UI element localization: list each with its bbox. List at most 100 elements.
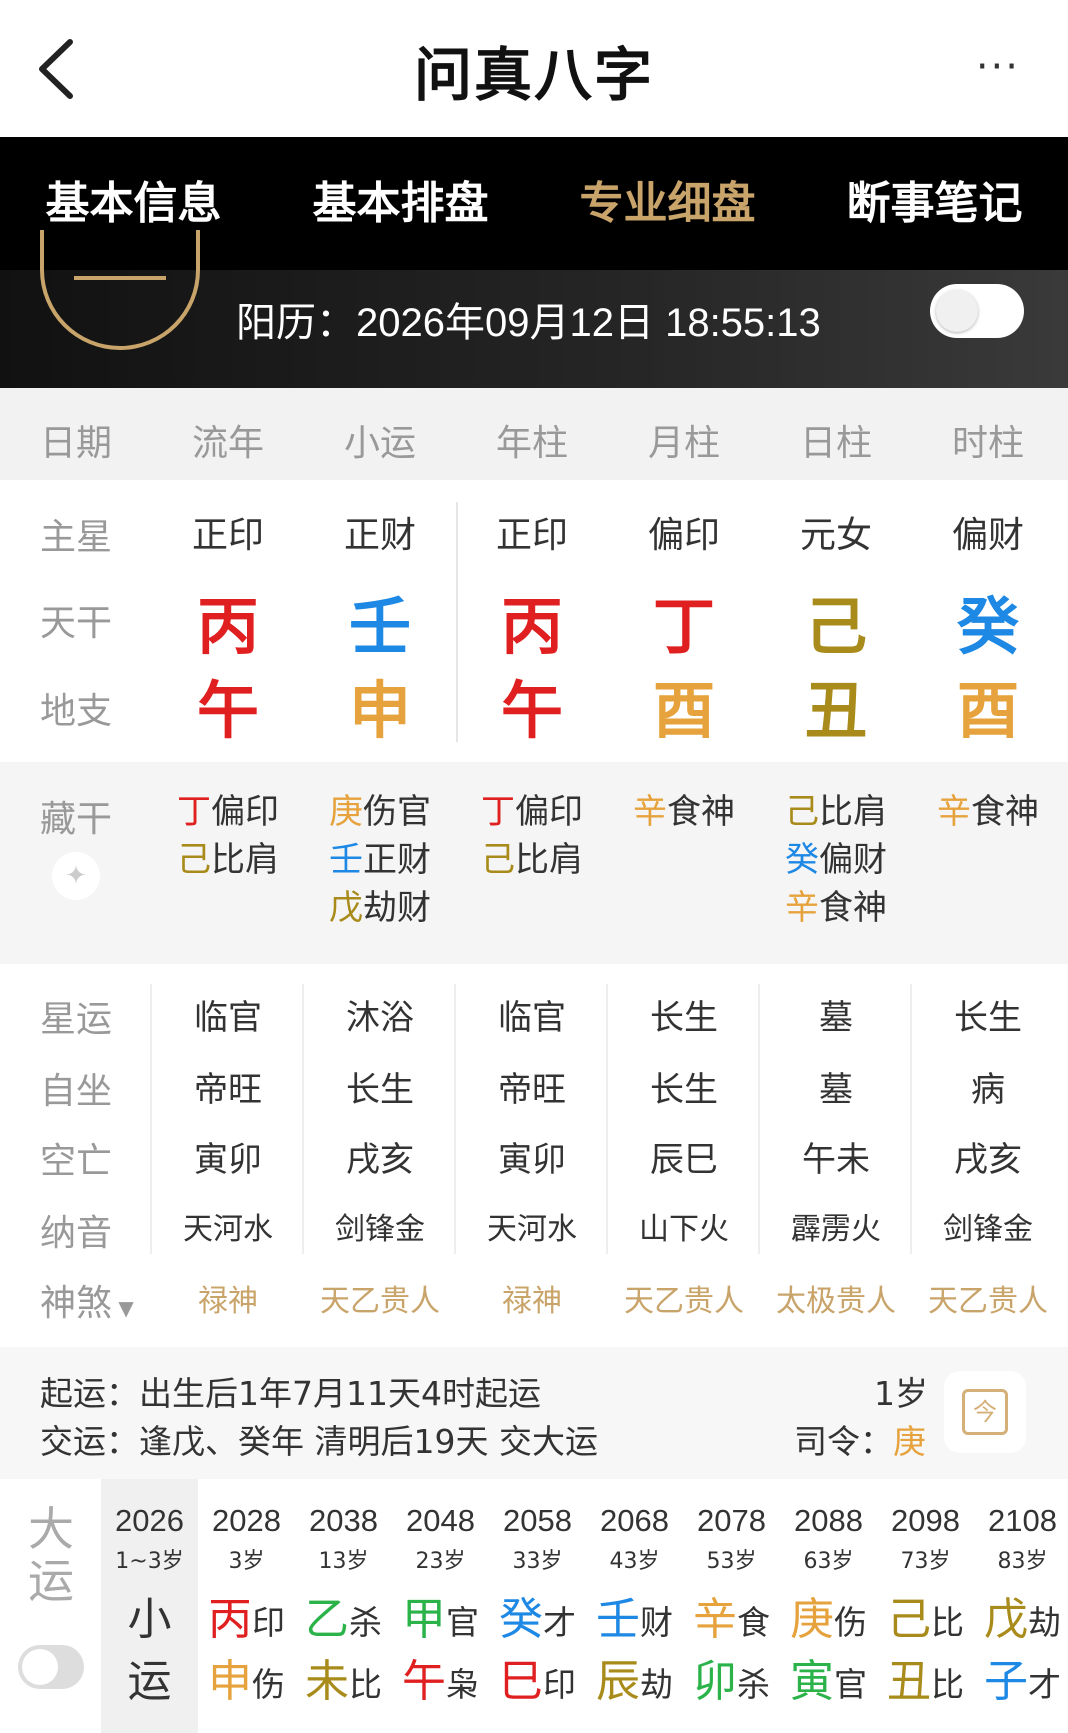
earthly-branch-char[interactable]: 午 [152, 660, 304, 750]
dayun-branch-char: 卯 [693, 1656, 737, 1707]
nayin-cell: 山下火 [639, 1212, 729, 1247]
hidden-stem-char: 癸 [785, 840, 819, 880]
hidden-stem-god: 偏财 [819, 840, 887, 880]
dayun-age: 73岁 [900, 1549, 951, 1574]
shensha-cell[interactable]: 天乙贵人 [608, 1276, 760, 1320]
heavenly-stem-char[interactable]: 己 [760, 576, 912, 666]
dayun-stem-char: 壬 [596, 1594, 640, 1645]
shensha-cell[interactable]: 天乙贵人 [304, 1276, 456, 1320]
heavenly-stem-char[interactable]: 壬 [304, 576, 456, 666]
hidden-stem-entry: 丁偏印 [152, 784, 304, 833]
heavenly-stem-char[interactable]: 丙 [152, 576, 304, 666]
dayun-branch-char: 午 [402, 1656, 446, 1707]
hidden-stem-god: 比肩 [515, 840, 583, 880]
shensha-cell[interactable]: 禄神 [456, 1276, 608, 1320]
self-seat-cell: 墓 [819, 1070, 853, 1110]
hidden-stem-char: 壬 [329, 840, 363, 880]
hidden-stem-entry: 辛食神 [912, 784, 1064, 833]
self-seat-cell: 病 [971, 1070, 1005, 1110]
hidden-stem-entry: 己比肩 [760, 784, 912, 833]
tab-professional-detail[interactable]: 专业细盘 [534, 137, 801, 270]
shensha-cell[interactable]: 太极贵人 [760, 1276, 912, 1320]
today-button[interactable]: 今 [944, 1371, 1026, 1453]
dayun-year: 2098 [891, 1503, 960, 1538]
dayun-stem-line: 己比 [877, 1583, 974, 1647]
dayun-stem-god: 官 [446, 1603, 479, 1642]
hidden-stem-entry: 丁偏印 [456, 784, 608, 833]
hidden-stem-char: 丁 [481, 792, 515, 832]
col-header-liunian: 流年 [191, 423, 264, 464]
dayun-year: 2068 [600, 1503, 669, 1538]
dayun-stem-god: 才 [543, 1603, 576, 1642]
hidden-stem-char: 辛 [937, 792, 971, 832]
earthly-branch-char[interactable]: 丑 [760, 660, 912, 750]
nayin-cell: 天河水 [487, 1212, 577, 1247]
hidden-stems-section: 藏干 ✦ 丁偏印 己比肩 庚伤官 壬正财 戊劫财 丁偏印 己比肩 辛食神 己比肩 癸偏财 辛食神 辛食… [0, 762, 1068, 964]
dayun-branch-god: 比 [349, 1665, 382, 1704]
row-label-void: 空亡 [40, 1141, 113, 1182]
dayun-stem-line: 乙杀 [295, 1583, 392, 1647]
main-star-cell: 正印 [191, 515, 264, 556]
row-label-earthly-branch: 地支 [40, 691, 113, 732]
dayun-column[interactable]: 2078 53岁 辛食 卯杀 [683, 1479, 780, 1733]
dayun-branch-line: 巳印 [489, 1645, 586, 1709]
earthly-branch-char[interactable]: 午 [456, 660, 608, 750]
hidden-stem-char: 己 [785, 792, 819, 832]
shensha-cell[interactable]: 禄神 [152, 1276, 304, 1320]
star-fortune-cell: 长生 [650, 998, 718, 1038]
dayun-xiaoyun-column[interactable]: 2026 1~3岁 小 运 [101, 1479, 198, 1733]
dayun-year: 2088 [794, 1503, 863, 1538]
earthly-branch-char[interactable]: 酉 [608, 660, 760, 750]
dayun-branch-god: 印 [543, 1665, 576, 1704]
tab-basic-chart[interactable]: 基本排盘 [267, 137, 534, 270]
earthly-branch-char[interactable]: 申 [304, 660, 456, 750]
calendar-mode-toggle[interactable] [930, 284, 1024, 338]
heavenly-stem-char[interactable]: 癸 [912, 576, 1064, 666]
dayun-age: 13岁 [318, 1549, 369, 1574]
heavenly-stem-char[interactable]: 丙 [456, 576, 608, 666]
dayun-year: 2048 [406, 1503, 475, 1538]
dayun-age: 23岁 [415, 1549, 466, 1574]
dayun-column[interactable]: 2048 23岁甲官 午枭 [392, 1479, 489, 1733]
dayun-age: 1~3岁 [115, 1549, 184, 1574]
dayun-branch-line: 午枭 [392, 1645, 489, 1709]
xiaoyun-char-1: 小 [127, 1594, 172, 1645]
dayun-stem-god: 财 [640, 1603, 673, 1642]
nayin-cell: 剑锋金 [943, 1212, 1033, 1247]
hidden-stem-god: 食神 [971, 792, 1039, 832]
earthly-branch-char[interactable]: 酉 [912, 660, 1064, 750]
hidden-stem-entry: 庚伤官 [304, 784, 456, 833]
dayun-column[interactable]: 2068 43岁 壬财 辰劫 [586, 1479, 683, 1733]
dayun-column[interactable]: 2058 33岁 癸才 巳印 [489, 1479, 586, 1733]
dayun-branch-line: 子才 [974, 1645, 1068, 1709]
tab-notes[interactable]: 断事笔记 [801, 137, 1068, 270]
row-label-main-star: 主星 [40, 517, 113, 558]
caret-down-icon: ▼ [112, 1296, 134, 1320]
dayun-stem-char: 甲 [402, 1594, 446, 1645]
pin-icon[interactable]: ✦ [52, 852, 100, 900]
dayun-year: 2026 [115, 1503, 184, 1538]
dayun-stem-god: 印 [252, 1603, 285, 1642]
dayun-toggle[interactable] [18, 1645, 84, 1689]
heavenly-stem-char[interactable]: 丁 [608, 576, 760, 666]
qiyun-label: 起运： [40, 1374, 139, 1413]
jiaoyun-text: 逢戊、癸年 清明后19天 交大运 [139, 1422, 598, 1461]
row-label-nayin: 纳音 [40, 1213, 113, 1254]
dayun-column[interactable]: 2028 3岁 丙印 申伤 [198, 1479, 295, 1733]
dayun-column[interactable]: 2038 13岁 乙杀 未比 [295, 1479, 392, 1733]
star-fortune-cell: 沐浴 [346, 998, 414, 1038]
logo-medal-icon [40, 230, 200, 350]
hidden-stem-entry: 己比肩 [456, 832, 608, 881]
dayun-column[interactable]: 2088 63岁 庚伤 寅官 [780, 1479, 877, 1733]
shensha-dropdown[interactable]: 神煞 ▼ [40, 1274, 134, 1326]
shensha-cell[interactable]: 天乙贵人 [912, 1276, 1064, 1320]
qiyun-section: 起运：出生后1年7月11天4时起运 交运：逢戊、癸年 清明后19天 交大运 1岁… [0, 1347, 1068, 1479]
dayun-stem-line: 戊劫 [974, 1583, 1068, 1647]
dayun-branch-line: 申伤 [198, 1645, 295, 1709]
jiaoyun-label: 交运： [40, 1422, 139, 1461]
star-fortune-cell: 临官 [194, 998, 262, 1038]
jiaoyun-line: 交运：逢戊、癸年 清明后19天 交大运 [40, 1415, 598, 1463]
dayun-column[interactable]: 2108 83岁 戊劫 子才 [974, 1479, 1068, 1733]
dayun-column[interactable]: 2098 73岁 己比 丑比 [877, 1479, 974, 1733]
more-options-icon[interactable]: ··· [976, 47, 1020, 87]
